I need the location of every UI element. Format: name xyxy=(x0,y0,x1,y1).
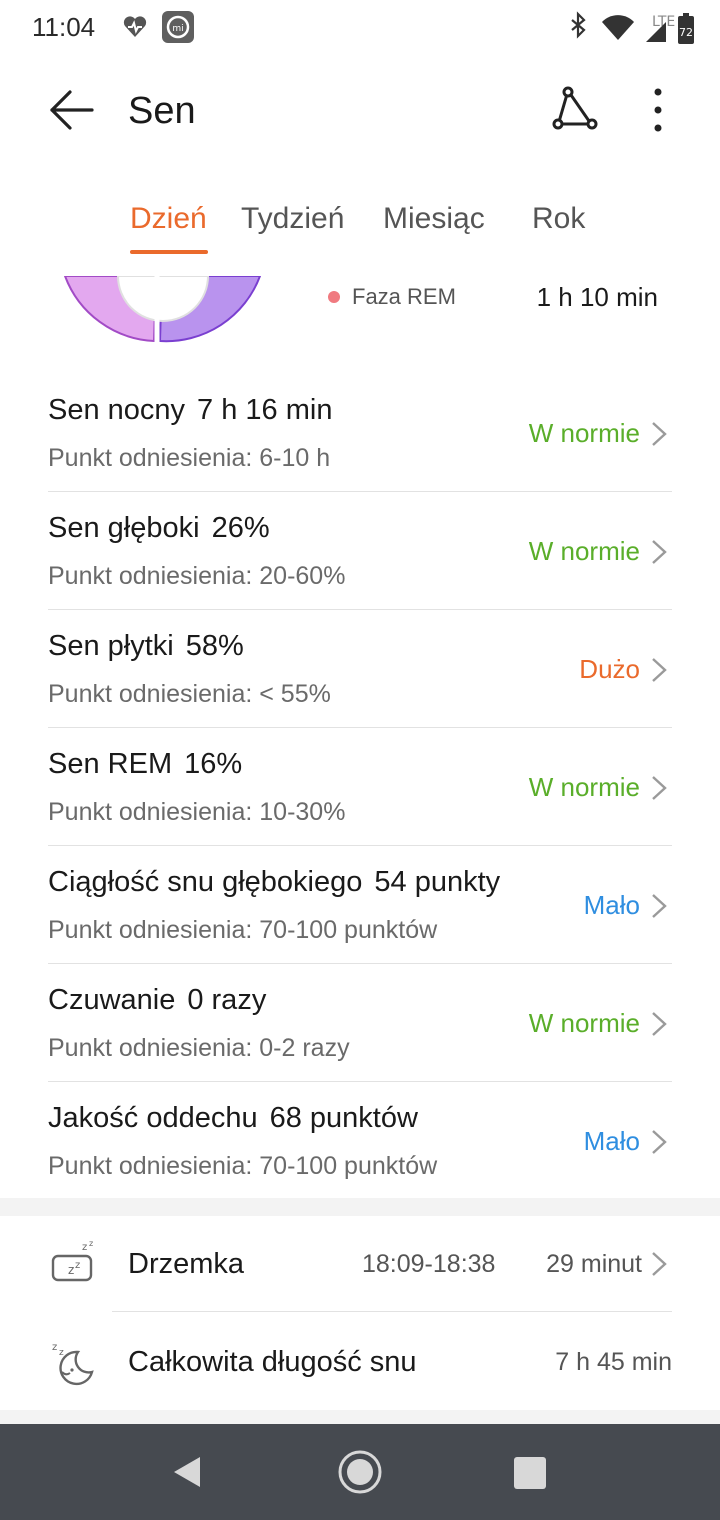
metric-name: Sen REM xyxy=(48,748,173,780)
total-sleep-row: z z Całkowita długość snu 7 h 45 min xyxy=(0,1312,720,1410)
bluetooth-icon xyxy=(571,11,586,39)
nap-row[interactable]: z z z z Drzemka 18:09-18:38 29 minut xyxy=(0,1216,720,1312)
metric-name: Czuwanie xyxy=(48,984,176,1016)
metric-row-night-sleep[interactable]: Sen nocny 7 h 16 min Punkt odniesienia: 6… xyxy=(48,374,672,492)
chevron-right-icon xyxy=(652,1252,667,1276)
metric-name: Jakość oddechu xyxy=(48,1102,258,1134)
metric-value: 54 punkty xyxy=(374,866,501,898)
moon-sleep-icon: z z xyxy=(52,1342,94,1386)
chevron-right-icon xyxy=(652,1130,667,1154)
metric-reference: Punkt odniesienia: 10-30% xyxy=(48,798,346,826)
nav-back-icon[interactable] xyxy=(170,1454,206,1490)
chevron-right-icon xyxy=(652,894,667,918)
svg-text:z: z xyxy=(82,1242,87,1253)
tab-day[interactable]: Dzień xyxy=(130,202,207,236)
battery-icon: 72 xyxy=(678,13,694,44)
bottom-divider xyxy=(0,1410,720,1424)
legend-value-rem: 1 h 10 min xyxy=(536,282,658,312)
nap-icon: z z z z xyxy=(51,1239,93,1282)
app-bar: Sen xyxy=(0,60,720,160)
metric-status: Dużo xyxy=(579,654,640,684)
metric-name: Sen nocny xyxy=(48,394,186,426)
metric-row-deep-continuity[interactable]: Ciągłość snu głębokiego 54 punkty Punkt o… xyxy=(48,846,672,964)
metric-row-breathing-quality[interactable]: Jakość oddechu 68 punktów Punkt odniesien… xyxy=(48,1082,672,1200)
nap-duration: 29 minut xyxy=(546,1250,642,1278)
sleep-metrics-list: Sen nocny 7 h 16 min Punkt odniesienia: 6… xyxy=(0,374,720,1200)
total-sleep-duration: 7 h 45 min xyxy=(555,1348,672,1376)
metric-value: 0 razy xyxy=(187,984,267,1016)
mi-fit-icon: mi xyxy=(162,11,194,43)
system-nav-bar xyxy=(0,1424,720,1520)
nap-label: Drzemka xyxy=(128,1248,245,1280)
svg-text:z: z xyxy=(59,1348,64,1358)
metric-row-awake[interactable]: Czuwanie 0 razy Punkt odniesienia: 0-2 ra… xyxy=(48,964,672,1082)
metric-value: 58% xyxy=(185,630,244,662)
period-tabs: Dzień Tydzień Miesiąc Rok xyxy=(0,196,720,266)
nav-home-icon[interactable] xyxy=(336,1448,384,1496)
chevron-right-icon xyxy=(652,540,667,564)
heart-rate-icon xyxy=(123,16,147,37)
chevron-right-icon xyxy=(652,1012,667,1036)
nap-time-range: 18:09-18:38 xyxy=(362,1250,496,1278)
metric-row-light-sleep[interactable]: Sen płytki 58% Punkt odniesienia: < 55% D… xyxy=(48,610,672,728)
metric-status: W normie xyxy=(528,772,640,802)
svg-text:z: z xyxy=(68,1263,74,1277)
wifi-icon xyxy=(602,15,634,40)
total-sleep-label: Całkowita długość snu xyxy=(128,1346,417,1378)
share-graph-icon[interactable] xyxy=(548,84,604,140)
tab-week[interactable]: Tydzień xyxy=(241,202,344,236)
active-tab-indicator xyxy=(130,250,208,254)
metric-status: W normie xyxy=(528,418,640,448)
metric-value: 7 h 16 min xyxy=(197,394,333,426)
metric-status: Mało xyxy=(583,890,640,920)
metric-status: W normie xyxy=(528,536,640,566)
metric-reference: Punkt odniesienia: 70-100 punktów xyxy=(48,1152,438,1180)
legend-label-rem: Faza REM xyxy=(352,284,456,309)
chevron-right-icon xyxy=(652,422,667,446)
metric-status: W normie xyxy=(528,1008,640,1038)
metric-status: Mało xyxy=(583,1126,640,1156)
metric-reference: Punkt odniesienia: 70-100 punktów xyxy=(48,916,438,944)
battery-level: 72 xyxy=(679,26,693,39)
metric-row-rem-sleep[interactable]: Sen REM 16% Punkt odniesienia: 10-30% W n… xyxy=(48,728,672,846)
metric-value: 16% xyxy=(184,748,243,780)
more-options-icon[interactable] xyxy=(636,82,680,138)
chevron-right-icon xyxy=(652,658,667,682)
status-bar: 11:04 mi LTE 72 xyxy=(0,0,720,54)
svg-text:z: z xyxy=(52,1342,57,1353)
chevron-right-icon xyxy=(652,776,667,800)
metric-reference: Punkt odniesienia: 6-10 h xyxy=(48,444,331,472)
metric-reference: Punkt odniesienia: 0-2 razy xyxy=(48,1034,350,1062)
back-arrow-icon[interactable] xyxy=(44,82,100,138)
tab-month[interactable]: Miesiąc xyxy=(383,202,485,236)
status-icons: LTE 72 xyxy=(500,8,720,48)
svg-text:z: z xyxy=(89,1239,93,1248)
page-title: Sen xyxy=(128,90,196,132)
metric-name: Ciągłość snu głębokiego xyxy=(48,866,363,898)
metric-name: Sen głęboki xyxy=(48,512,200,544)
nav-recents-icon[interactable] xyxy=(514,1457,546,1489)
metric-value: 26% xyxy=(211,512,270,544)
section-divider xyxy=(0,1198,720,1216)
status-time: 11:04 xyxy=(32,12,96,42)
svg-text:mi: mi xyxy=(172,24,183,34)
metric-reference: Punkt odniesienia: 20-60% xyxy=(48,562,346,590)
tab-year[interactable]: Rok xyxy=(532,202,585,236)
svg-text:z: z xyxy=(75,1260,80,1271)
metric-reference: Punkt odniesienia: < 55% xyxy=(48,680,331,708)
sleep-phase-donut xyxy=(60,276,270,346)
metric-row-deep-sleep[interactable]: Sen głęboki 26% Punkt odniesienia: 20-60%… xyxy=(48,492,672,610)
metric-value: 68 punktów xyxy=(269,1102,418,1134)
metric-name: Sen płytki xyxy=(48,630,174,662)
legend-dot-rem xyxy=(328,291,340,303)
